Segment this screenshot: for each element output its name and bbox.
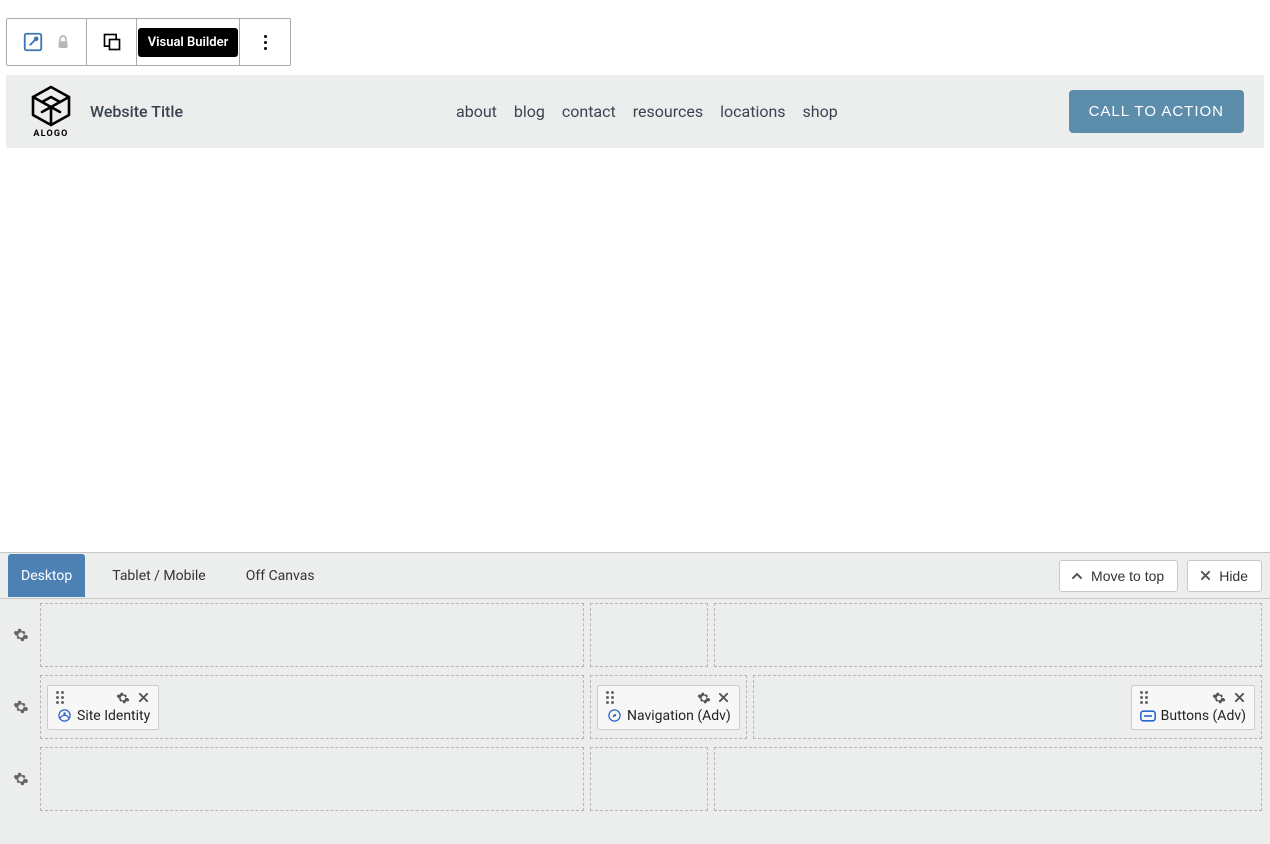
lock-icon[interactable] [54, 33, 72, 51]
close-icon[interactable] [717, 691, 731, 705]
row-settings-button[interactable] [8, 699, 34, 715]
row-settings-button[interactable] [8, 771, 34, 787]
widget-buttons-adv[interactable]: Buttons (Adv) [1131, 685, 1255, 730]
site-title[interactable]: Website Title [90, 102, 183, 121]
nav-item-about[interactable]: about [456, 102, 497, 121]
tab-desktop[interactable]: Desktop [8, 554, 85, 597]
widget-label: Buttons (Adv) [1161, 708, 1246, 724]
cta-button[interactable]: CALL TO ACTION [1069, 90, 1244, 133]
site-identity[interactable]: ALOGO Website Title [26, 81, 456, 143]
overlay-icon[interactable] [102, 32, 122, 52]
edit-icon[interactable] [22, 31, 44, 53]
nav-item-shop[interactable]: shop [803, 102, 838, 121]
editor-toolbar: Visual Builder [6, 18, 291, 66]
dropzone-bottom-right[interactable] [714, 747, 1262, 811]
tab-off-canvas[interactable]: Off Canvas [233, 554, 328, 597]
dropzone-bottom-center[interactable] [590, 747, 708, 811]
nav-item-contact[interactable]: contact [562, 102, 616, 121]
tab-tablet-mobile[interactable]: Tablet / Mobile [99, 554, 219, 597]
close-icon[interactable] [1232, 691, 1246, 705]
drag-icon[interactable] [606, 691, 614, 704]
builder-tabs: Desktop Tablet / Mobile Off Canvas Move … [0, 553, 1270, 598]
toolbar-group-layout [87, 19, 137, 65]
gear-icon[interactable] [116, 691, 130, 705]
nav-item-resources[interactable]: resources [633, 102, 703, 121]
primary-nav: about blog contact resources locations s… [456, 102, 838, 121]
visual-builder-button[interactable]: Visual Builder [138, 28, 239, 57]
drag-icon[interactable] [56, 691, 64, 704]
builder-row-bottom [8, 747, 1262, 811]
widget-label: Navigation (Adv) [627, 708, 731, 724]
toolbar-group-more [240, 19, 290, 65]
compass-icon [606, 708, 622, 724]
gear-icon[interactable] [697, 691, 711, 705]
hide-button[interactable]: Hide [1187, 560, 1262, 592]
row-settings-button[interactable] [8, 627, 34, 643]
dropzone-top-left[interactable] [40, 603, 584, 667]
close-icon [1198, 569, 1212, 583]
chevron-up-icon [1070, 569, 1084, 583]
more-icon[interactable] [264, 35, 267, 50]
close-icon[interactable] [136, 691, 150, 705]
gear-icon[interactable] [1212, 691, 1226, 705]
site-identity-icon [56, 708, 72, 724]
dropzone-main-left[interactable]: Site Identity [40, 675, 584, 739]
widget-label: Site Identity [77, 708, 150, 724]
builder-row-top [8, 603, 1262, 667]
logo-text: ALOGO [33, 129, 68, 139]
toolbar-group-edit [7, 19, 87, 65]
nav-item-locations[interactable]: locations [720, 102, 785, 121]
site-header-preview: ALOGO Website Title about blog contact r… [6, 75, 1264, 148]
widget-navigation-adv[interactable]: Navigation (Adv) [597, 685, 740, 730]
dropzone-bottom-left[interactable] [40, 747, 584, 811]
drag-icon[interactable] [1140, 691, 1148, 704]
dropzone-main-right[interactable]: Buttons (Adv) [753, 675, 1262, 739]
header-builder-panel: Desktop Tablet / Mobile Off Canvas Move … [0, 552, 1270, 844]
site-logo: ALOGO [26, 81, 76, 143]
widget-site-identity[interactable]: Site Identity [47, 685, 159, 730]
dropzone-main-center[interactable]: Navigation (Adv) [590, 675, 747, 739]
dropzone-top-right[interactable] [714, 603, 1262, 667]
toolbar-group-builder: Visual Builder [137, 19, 240, 65]
move-to-top-button[interactable]: Move to top [1059, 560, 1178, 592]
dropzone-top-center[interactable] [590, 603, 708, 667]
nav-item-blog[interactable]: blog [514, 102, 545, 121]
hide-label: Hide [1219, 568, 1248, 584]
builder-row-main: Site Identity [8, 675, 1262, 739]
builder-rows: Site Identity [0, 598, 1270, 823]
move-to-top-label: Move to top [1091, 568, 1164, 584]
button-icon [1140, 708, 1156, 724]
